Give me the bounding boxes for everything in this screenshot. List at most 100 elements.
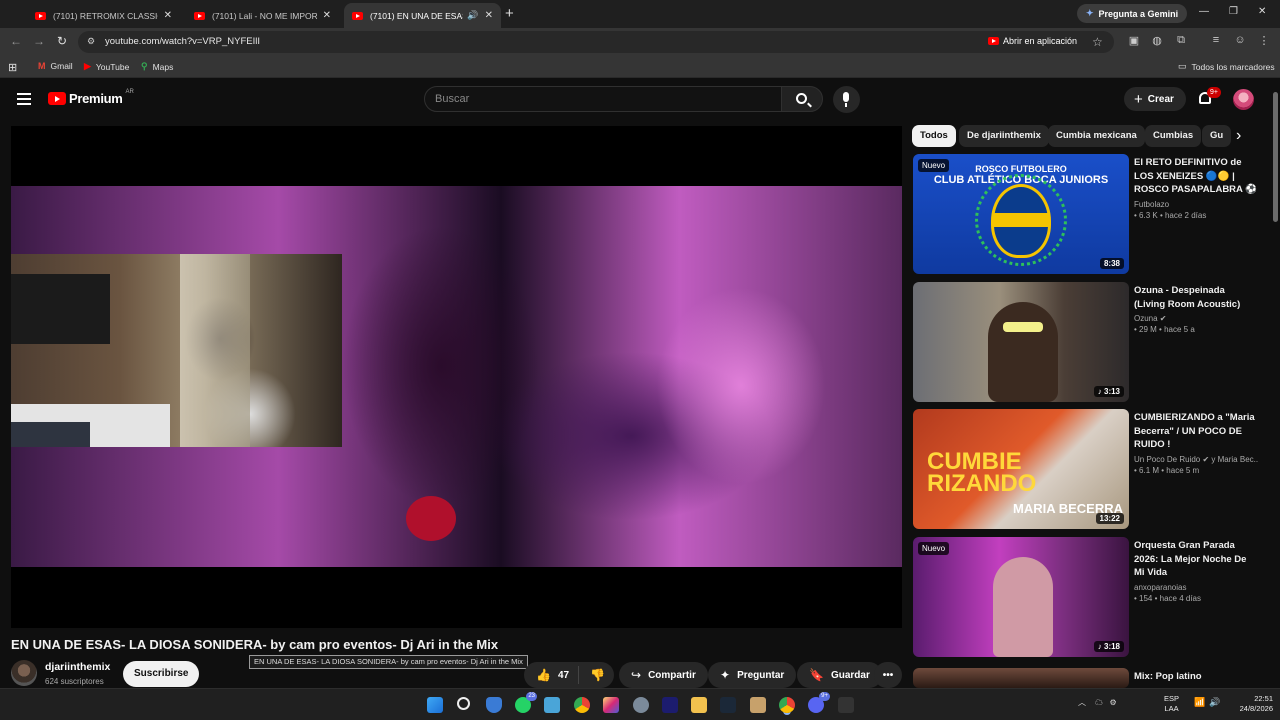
open-in-app-button[interactable]: Abrir en aplicación bbox=[988, 36, 1077, 46]
chip-channel[interactable]: De djariinthemix bbox=[959, 125, 1049, 147]
whatsapp-icon[interactable] bbox=[515, 692, 537, 713]
close-tab-icon[interactable]: ✕ bbox=[485, 10, 493, 21]
video-thumbnail[interactable]: CUMBIE RIZANDO MARIA BECERRA 13:22 bbox=[913, 409, 1129, 529]
speaker-icon[interactable]: 🔊 bbox=[467, 10, 478, 21]
search-button[interactable] bbox=[781, 86, 823, 112]
reload-icon[interactable]: ↻ bbox=[57, 34, 67, 48]
extension-globe-icon[interactable]: ◍ bbox=[1150, 34, 1164, 48]
recommendation-channel[interactable]: Un Poco De Ruido ✔ y Maria Bec... bbox=[1134, 455, 1258, 464]
more-actions-button[interactable]: ••• bbox=[874, 662, 902, 688]
recommendation-item[interactable]: CUMBIE RIZANDO MARIA BECERRA 13:22 CUMBI… bbox=[913, 409, 1258, 529]
recommendation-title[interactable]: Ozuna - Despeinada (Living Room Acoustic… bbox=[1134, 284, 1258, 311]
input-language[interactable]: ESP LAA bbox=[1164, 694, 1179, 714]
maximize-icon[interactable]: ❐ bbox=[1229, 6, 1238, 17]
voice-search-button[interactable] bbox=[833, 86, 860, 113]
notifications-button[interactable]: 9+ bbox=[1197, 87, 1221, 108]
instagram-icon[interactable] bbox=[603, 697, 619, 713]
recommendation-item[interactable]: ♪ 3:13 Ozuna - Despeinada (Living Room A… bbox=[913, 282, 1258, 402]
channel-avatar[interactable] bbox=[11, 660, 37, 686]
bookmark-star-icon[interactable]: ☆ bbox=[1092, 35, 1103, 49]
subscribe-button[interactable]: Suscribirse bbox=[123, 661, 200, 687]
account-avatar[interactable] bbox=[1233, 89, 1254, 110]
recommendation-stats: • 6.3 K • hace 2 días bbox=[1134, 210, 1207, 220]
scrollbar-thumb[interactable] bbox=[1273, 92, 1278, 222]
forward-arrow-icon[interactable]: → bbox=[33, 34, 45, 48]
url-text[interactable]: youtube.com/watch?v=VRP_NYFEIlI bbox=[105, 36, 260, 47]
ask-button[interactable]: ✦ Preguntar bbox=[708, 662, 797, 688]
recommendation-title[interactable]: Mix: Pop latino bbox=[1134, 670, 1258, 684]
recommendation-channel[interactable]: Ozuna ✔ bbox=[1134, 314, 1258, 323]
volume-icon[interactable]: 🔊 bbox=[1209, 697, 1220, 708]
search-icon[interactable] bbox=[457, 697, 470, 710]
file-explorer-icon[interactable] bbox=[691, 697, 707, 713]
chip-todos[interactable]: Todos bbox=[912, 125, 956, 147]
system-tray-icons[interactable]: ︿ ☁ ⚙ bbox=[1078, 697, 1117, 708]
browser-tab[interactable]: (7101) RETROMIX CLASSIC 80 - ✕ bbox=[27, 3, 180, 28]
reading-list-icon[interactable]: ≡ bbox=[1209, 34, 1223, 48]
dislike-button[interactable]: 👎 bbox=[579, 668, 605, 682]
hamburger-menu-icon[interactable] bbox=[17, 93, 31, 108]
bookmark-gmail[interactable]: M Gmail bbox=[38, 61, 73, 71]
folder-icon: ▭ bbox=[1178, 61, 1187, 71]
apps-grid-icon[interactable]: ⊞ bbox=[8, 61, 17, 74]
clock[interactable]: 22:51 24/8/2026 bbox=[1227, 694, 1273, 714]
minimize-icon[interactable]: — bbox=[1199, 6, 1209, 17]
search-input[interactable] bbox=[425, 87, 781, 111]
bookmark-maps[interactable]: ⚲ Maps bbox=[141, 61, 173, 72]
recommendation-title[interactable]: CUMBIERIZANDO a "Maria Becerra" / UN POC… bbox=[1134, 411, 1258, 452]
close-tab-icon[interactable]: ✕ bbox=[164, 10, 172, 21]
game-app-icon[interactable] bbox=[750, 697, 766, 713]
youtube-premium-logo[interactable]: Premium AR bbox=[48, 89, 134, 106]
recommendation-item[interactable]: Mix: Pop latino bbox=[913, 668, 1258, 688]
page-scrollbar[interactable] bbox=[1271, 80, 1280, 688]
chrome-active-icon[interactable] bbox=[779, 697, 795, 713]
wifi-icon[interactable]: 📶 bbox=[1194, 697, 1205, 708]
video-thumbnail[interactable]: ROSCO FUTBOLERO CLUB ATLÉTICO BOCA JUNIOR… bbox=[913, 154, 1129, 274]
ask-gemini-button[interactable]: ✦ Pregunta a Gemini bbox=[1077, 4, 1188, 23]
address-bar[interactable]: ⚙ youtube.com/watch?v=VRP_NYFEIlI Abrir … bbox=[78, 31, 1114, 53]
like-button[interactable]: 👍 47 bbox=[524, 666, 580, 684]
windows-start-icon[interactable] bbox=[427, 697, 443, 713]
share-button[interactable]: ↪ Compartir bbox=[619, 662, 708, 688]
all-bookmarks-button[interactable]: ▭ Todos los marcadores bbox=[1178, 61, 1275, 72]
security-shield-icon[interactable] bbox=[486, 697, 502, 713]
browser-tab[interactable]: (7101) Lali - NO ME IMPORTA ( ✕ bbox=[186, 3, 339, 28]
bookmark-youtube[interactable]: ▶ YouTube bbox=[84, 61, 129, 72]
notes-app-icon[interactable] bbox=[544, 697, 560, 713]
discord-icon[interactable] bbox=[808, 692, 830, 713]
chip-cumbia-mexicana[interactable]: Cumbia mexicana bbox=[1048, 125, 1145, 147]
recommendation-channel[interactable]: Futbolazo bbox=[1134, 200, 1258, 209]
create-button[interactable]: + Crear bbox=[1124, 87, 1186, 111]
more-menu-icon[interactable]: ⋮ bbox=[1257, 34, 1271, 48]
browser-tab-active[interactable]: (7101) EN UNA DE ESAS- LA 🔊 ✕ bbox=[344, 3, 501, 28]
new-tab-icon[interactable]: + bbox=[505, 5, 514, 22]
extensions-puzzle-icon[interactable]: ⧉ bbox=[1174, 34, 1188, 48]
back-arrow-icon[interactable]: ← bbox=[10, 34, 22, 48]
youtube-play-icon bbox=[48, 92, 66, 105]
chip-cumbias[interactable]: Cumbias bbox=[1145, 125, 1202, 147]
recommendation-item[interactable]: Nuevo ♪ 3:18 Orquesta Gran Parada 2026: … bbox=[913, 537, 1258, 657]
recommendation-title[interactable]: Orquesta Gran Parada 2026: La Mejor Noch… bbox=[1134, 539, 1258, 580]
chip-partial[interactable]: Gu bbox=[1202, 125, 1232, 147]
steam-icon[interactable] bbox=[720, 697, 736, 713]
close-window-icon[interactable]: ✕ bbox=[1258, 6, 1266, 17]
close-tab-icon[interactable]: ✕ bbox=[323, 10, 331, 21]
channel-name[interactable]: djariinthemix bbox=[45, 661, 110, 673]
video-thumbnail[interactable]: ♪ 3:13 bbox=[913, 282, 1129, 402]
site-info-icon[interactable]: ⚙ bbox=[87, 36, 98, 47]
chrome-icon[interactable] bbox=[574, 697, 590, 713]
epic-games-icon[interactable] bbox=[838, 697, 854, 713]
settings-gear-icon[interactable] bbox=[633, 697, 649, 713]
chevron-right-icon[interactable]: › bbox=[1236, 127, 1241, 145]
recommendation-channel[interactable]: anxoparanoias bbox=[1134, 583, 1258, 592]
save-button[interactable]: 🔖 Guardar bbox=[797, 662, 882, 688]
profile-icon[interactable]: ☺ bbox=[1233, 34, 1247, 48]
recommendation-title[interactable]: El RETO DEFINITIVO de LOS XENEIZES 🔵🟡 | … bbox=[1134, 156, 1258, 197]
search-box[interactable] bbox=[424, 86, 782, 112]
video-thumbnail[interactable] bbox=[913, 668, 1129, 688]
recommendation-item[interactable]: ROSCO FUTBOLERO CLUB ATLÉTICO BOCA JUNIOR… bbox=[913, 154, 1258, 274]
video-player[interactable] bbox=[11, 126, 902, 628]
app-icon[interactable] bbox=[662, 697, 678, 713]
video-thumbnail[interactable]: Nuevo ♪ 3:18 bbox=[913, 537, 1129, 657]
cast-icon[interactable]: ▣ bbox=[1127, 34, 1141, 48]
